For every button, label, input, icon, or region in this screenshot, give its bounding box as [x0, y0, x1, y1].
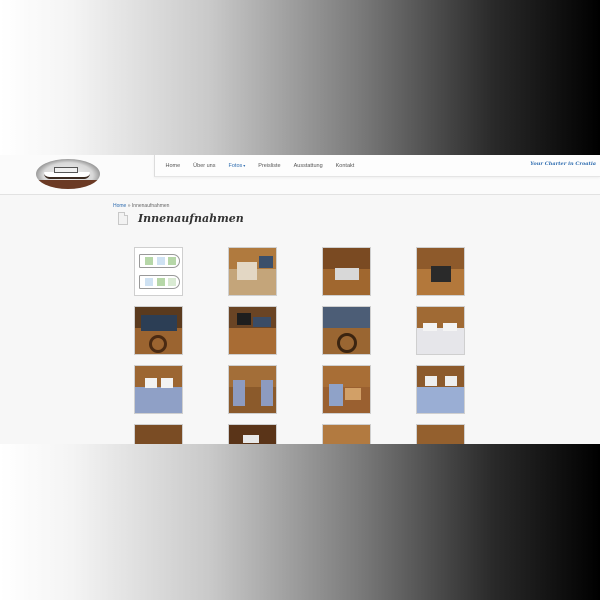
gallery-thumb[interactable] — [134, 365, 183, 414]
gallery-thumb[interactable] — [416, 247, 465, 296]
site-logo[interactable] — [36, 159, 100, 189]
photo-pillow — [425, 376, 437, 386]
photo-wall — [135, 366, 182, 388]
floor-plan-salon-zone — [157, 257, 165, 265]
page-title-row: Innenaufnahmen — [118, 211, 244, 225]
photo-pillow — [445, 376, 457, 386]
gradient-backdrop-bottom — [0, 444, 600, 600]
nav-item-prices[interactable]: Preisliste — [252, 163, 287, 169]
photo-stove — [431, 266, 451, 282]
nav-item-about[interactable]: Über uns — [187, 163, 222, 169]
main-nav: Home Über uns Fotos▾ Preisliste Ausstatt… — [154, 155, 600, 177]
photo-pillow — [145, 378, 157, 388]
browser-page: Home Über uns Fotos▾ Preisliste Ausstatt… — [0, 155, 600, 444]
breadcrumb: Home » Innenaufnahmen — [113, 203, 169, 209]
floor-plan-cabin-zone — [145, 278, 153, 286]
nav-item-equipment[interactable]: Ausstattung — [287, 163, 329, 169]
gallery-thumb-floor-plan[interactable] — [134, 247, 183, 296]
logo-water — [36, 180, 100, 189]
photo-instruments — [253, 317, 271, 327]
photo-bed — [135, 387, 182, 413]
photo-helm-wheel — [149, 335, 167, 353]
photo-cabinets — [323, 248, 370, 270]
nav-item-contact[interactable]: Kontakt — [329, 163, 361, 169]
breadcrumb-home-link[interactable]: Home — [113, 203, 126, 209]
chevron-down-icon: ▾ — [243, 162, 246, 168]
photo-gallery — [134, 247, 468, 444]
photo-seat — [237, 262, 257, 280]
photo-sink — [335, 268, 359, 280]
floor-plan-cabin-zone — [145, 257, 153, 265]
photo-pillow — [243, 435, 259, 443]
gallery-thumb[interactable] — [228, 424, 277, 444]
gallery-thumb[interactable] — [416, 424, 465, 444]
gallery-thumb[interactable] — [228, 365, 277, 414]
gradient-backdrop-top — [0, 0, 600, 155]
site-tagline: Your Charter in Croatia — [530, 161, 596, 167]
gallery-thumb[interactable] — [416, 365, 465, 414]
gallery-thumb[interactable] — [228, 306, 277, 355]
photo-window — [259, 256, 273, 268]
gallery-thumb[interactable] — [322, 365, 371, 414]
photo-helm-wheel — [337, 333, 357, 353]
gallery-thumb[interactable] — [134, 424, 183, 444]
photo-bed — [417, 328, 464, 354]
photo-instrument-panel — [323, 307, 370, 329]
page-title: Innenaufnahmen — [138, 211, 244, 225]
gallery-thumb[interactable] — [322, 306, 371, 355]
site-header: Home Über uns Fotos▾ Preisliste Ausstatt… — [0, 155, 600, 195]
photo-pillow — [443, 323, 457, 331]
logo-boat-cabin — [54, 167, 78, 173]
photo-wall — [323, 425, 370, 444]
gallery-thumb[interactable] — [416, 306, 465, 355]
photo-instruments — [141, 315, 177, 331]
nav-item-photos-label: Fotos — [228, 162, 243, 169]
document-icon — [118, 211, 128, 225]
floor-plan-cabin-zone — [168, 257, 176, 265]
photo-seat — [329, 384, 343, 406]
gallery-thumb[interactable] — [134, 306, 183, 355]
gallery-thumb[interactable] — [322, 247, 371, 296]
photo-bunk — [233, 380, 245, 406]
nav-item-home[interactable]: Home — [159, 163, 187, 169]
photo-wall — [135, 425, 182, 444]
photo-pillow — [161, 378, 173, 388]
photo-console — [229, 328, 276, 354]
photo-wall — [417, 425, 464, 444]
logo-boat-hull — [44, 172, 90, 179]
floor-plan-cabin-zone — [168, 278, 176, 286]
gallery-thumb[interactable] — [228, 247, 277, 296]
photo-pillow — [423, 323, 437, 331]
breadcrumb-current: Innenaufnahmen — [131, 203, 170, 209]
photo-bed — [417, 387, 464, 413]
photo-screen — [237, 313, 251, 325]
floor-plan-salon-zone — [157, 278, 165, 286]
gallery-thumb[interactable] — [322, 424, 371, 444]
photo-bunk — [261, 380, 273, 406]
nav-item-photos[interactable]: Fotos▾ — [222, 163, 252, 169]
photo-table — [345, 388, 361, 400]
